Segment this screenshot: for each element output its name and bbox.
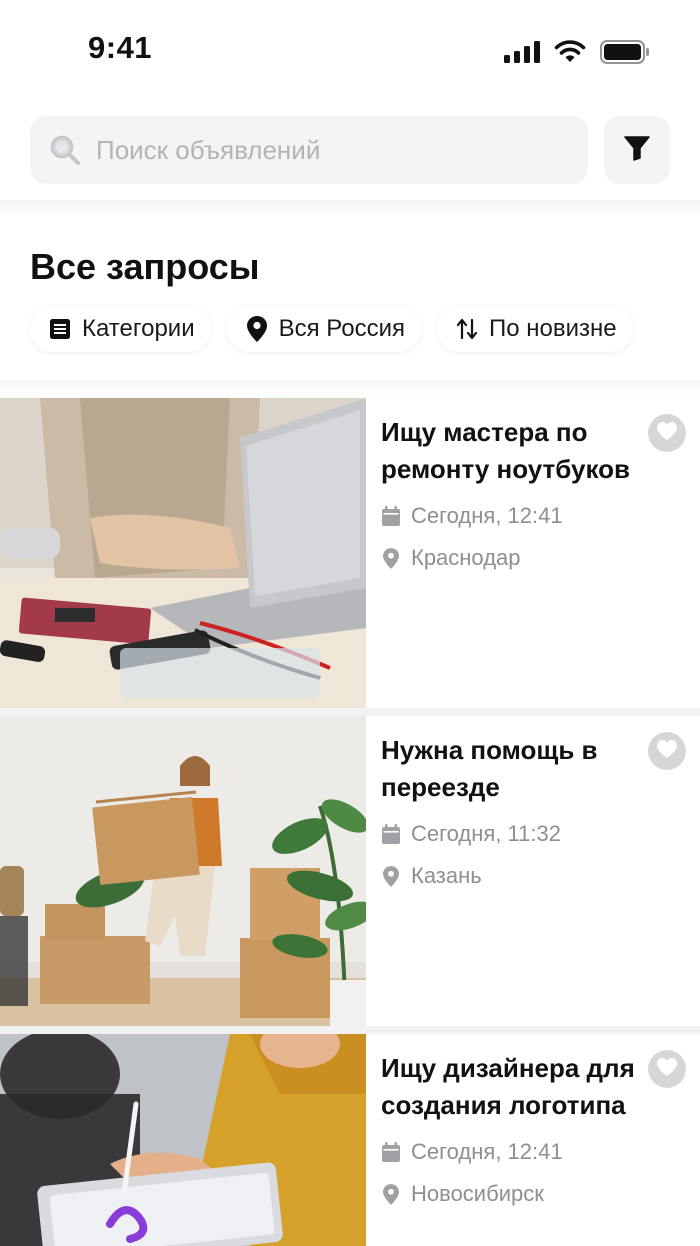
location-pin-icon [245, 316, 269, 342]
chip-categories[interactable]: Категории [30, 306, 211, 352]
listing-date: Сегодня, 12:41 [381, 502, 641, 530]
status-time: 9:41 [88, 30, 153, 65]
filter-button[interactable] [604, 116, 670, 184]
listing-body: Ищу мастера по ремонту ноутбуков Сегодня… [381, 398, 641, 572]
listing-date-text: Сегодня, 11:32 [411, 821, 561, 846]
list-divider [0, 380, 700, 396]
chip-categories-label: Категории [82, 315, 195, 342]
listing-city: Новосибирск [411, 1181, 544, 1206]
listing-date: Сегодня, 11:32 [381, 820, 641, 848]
listing-city: Краснодар [411, 545, 521, 570]
listing-title: Нужна помощь в переезде [381, 735, 598, 802]
filter-icon [623, 134, 651, 167]
listing-date: Сегодня, 12:41 [381, 1138, 641, 1166]
search-bar[interactable] [30, 116, 588, 184]
favorite-button[interactable] [648, 414, 686, 452]
listing-date-text: Сегодня, 12:41 [411, 1139, 563, 1164]
card-separator [0, 1026, 700, 1034]
listing-location: Краснодар [381, 544, 641, 572]
battery-icon [600, 40, 650, 69]
listing-location: Новосибирск [381, 1180, 641, 1208]
calendar-icon [381, 823, 401, 845]
favorite-button[interactable] [648, 1050, 686, 1088]
search-row [30, 116, 670, 184]
calendar-icon [381, 505, 401, 527]
chip-region-label: Вся Россия [278, 315, 405, 342]
listing-body: Нужна помощь в переезде Сегодня, 11:32 К… [381, 716, 641, 890]
chip-sort[interactable]: По новизне [436, 306, 633, 352]
list-icon [48, 317, 72, 341]
laptop-repair-photo [0, 398, 366, 708]
cellular-signal-icon [504, 41, 540, 68]
heart-icon [656, 421, 678, 446]
wifi-icon [554, 40, 586, 69]
listing-location: Казань [381, 862, 641, 890]
status-icons [504, 40, 650, 69]
moving-boxes-photo [0, 716, 366, 1026]
location-pin-icon [381, 1183, 401, 1205]
search-input[interactable] [96, 134, 556, 166]
listing-card[interactable]: Ищу мастера по ремонту ноутбуков Сегодня… [0, 398, 700, 708]
listing-city: Казань [411, 863, 482, 888]
card-separator [0, 708, 700, 716]
sort-icon [455, 317, 479, 341]
heart-icon [656, 739, 678, 764]
listing-title: Ищу дизайнера для создания логотипа [381, 1053, 635, 1120]
filter-chips: Категории Вся Россия По новизне [30, 306, 633, 352]
heart-icon [656, 1057, 678, 1082]
listing-card[interactable]: Ищу дизайнера для создания логотипа Сего… [0, 1034, 700, 1246]
search-icon [48, 133, 82, 167]
listing-card[interactable]: Нужна помощь в переезде Сегодня, 11:32 К… [0, 716, 700, 1026]
location-pin-icon [381, 865, 401, 887]
page-title: Все запросы [30, 246, 260, 287]
listing-date-text: Сегодня, 12:41 [411, 503, 563, 528]
chip-sort-label: По новизне [488, 315, 617, 342]
status-bar: 9:41 [0, 0, 700, 100]
calendar-icon [381, 1141, 401, 1163]
chip-region[interactable]: Вся Россия [226, 306, 421, 352]
designer-tablet-photo [0, 1034, 366, 1246]
location-pin-icon [381, 547, 401, 569]
listing-body: Ищу дизайнера для создания логотипа Сего… [381, 1034, 641, 1208]
listing-title: Ищу мастера по ремонту ноутбуков [381, 417, 631, 484]
favorite-button[interactable] [648, 732, 686, 770]
header-divider [0, 200, 700, 216]
